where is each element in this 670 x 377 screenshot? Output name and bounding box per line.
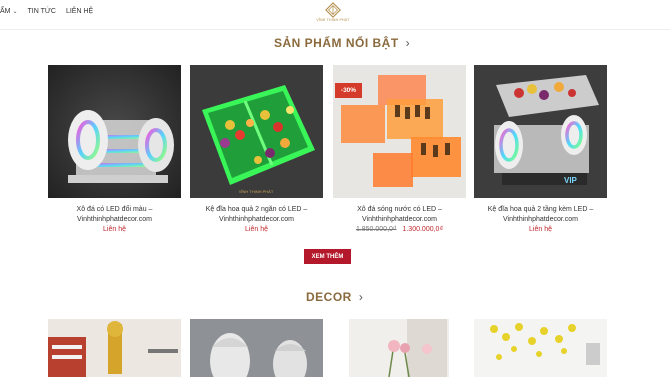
product-card[interactable]: -30% Xô đá sóng nước có LED – Vinhthinhp… <box>333 65 466 233</box>
chevron-down-icon: ⌄ <box>12 9 18 15</box>
product-price: Liên hệ <box>245 226 268 233</box>
chevron-right-icon: › <box>405 36 411 50</box>
product-card[interactable]: VĨNH THỊNH PHÁT Kệ đĩa hoa quả 2 ngăn có… <box>190 65 323 233</box>
decor-product-image[interactable] <box>190 319 323 377</box>
product-price: 1.850.000,0₫ 1.300.000,0₫ <box>333 226 466 233</box>
site-logo[interactable]: VĨNH THỊNH PHÁT <box>312 2 354 26</box>
old-price: 1.850.000,0₫ <box>355 226 397 233</box>
chevron-right-icon: › <box>358 290 364 304</box>
nav-item-contact[interactable]: LIÊN HỆ <box>66 8 93 15</box>
product-image[interactable]: VĨNH THỊNH PHÁT <box>190 65 323 198</box>
product-price: Liên hệ <box>103 226 126 233</box>
decor-product-image[interactable] <box>48 319 181 377</box>
sale-price: 1.300.000,0₫ <box>402 226 444 233</box>
svg-text:VIP: VIP <box>564 176 578 185</box>
main-nav: ẨM ⌄ TIN TỨC LIÊN HỆ <box>0 8 93 15</box>
site-header: ẨM ⌄ TIN TỨC LIÊN HỆ VĨNH THỊNH PHÁT <box>0 0 670 30</box>
product-name[interactable]: Xô đá có LED đổi màu – Vinhthinhphatdeco… <box>48 205 181 225</box>
svg-text:VĨNH THỊNH PHÁT: VĨNH THỊNH PHÁT <box>239 189 274 194</box>
featured-section-title[interactable]: SẢN PHẨM NỔI BẬT › <box>274 36 410 50</box>
product-image[interactable]: VIP <box>474 65 607 198</box>
nav-item-products[interactable]: ẨM ⌄ <box>0 8 18 15</box>
decor-product-image[interactable] <box>474 319 607 377</box>
logo-emblem-icon <box>325 2 341 18</box>
product-name[interactable]: Kệ đĩa hoa quả 2 tầng kèm LED – Vinhthin… <box>474 205 607 225</box>
product-price: Liên hệ <box>529 226 552 233</box>
decor-section-title[interactable]: DECOR › <box>306 290 363 304</box>
nav-item-news[interactable]: TIN TỨC <box>28 8 56 15</box>
decor-product-image[interactable] <box>349 319 449 377</box>
product-image[interactable]: -30% <box>333 65 466 198</box>
product-name[interactable]: Kệ đĩa hoa quả 2 ngăn có LED – Vinhthinh… <box>190 205 323 225</box>
logo-text: VĨNH THỊNH PHÁT <box>316 18 350 22</box>
see-more-button[interactable]: XEM THÊM <box>304 249 351 264</box>
discount-badge: -30% <box>335 83 362 98</box>
product-name[interactable]: Xô đá sóng nước có LED – Vinhthinhphatde… <box>333 205 466 225</box>
product-card[interactable]: VIP Kệ đĩa hoa quả 2 tầng kèm LED – Vinh… <box>474 65 607 233</box>
product-card[interactable]: Xô đá có LED đổi màu – Vinhthinhphatdeco… <box>48 65 181 233</box>
product-image[interactable] <box>48 65 181 198</box>
